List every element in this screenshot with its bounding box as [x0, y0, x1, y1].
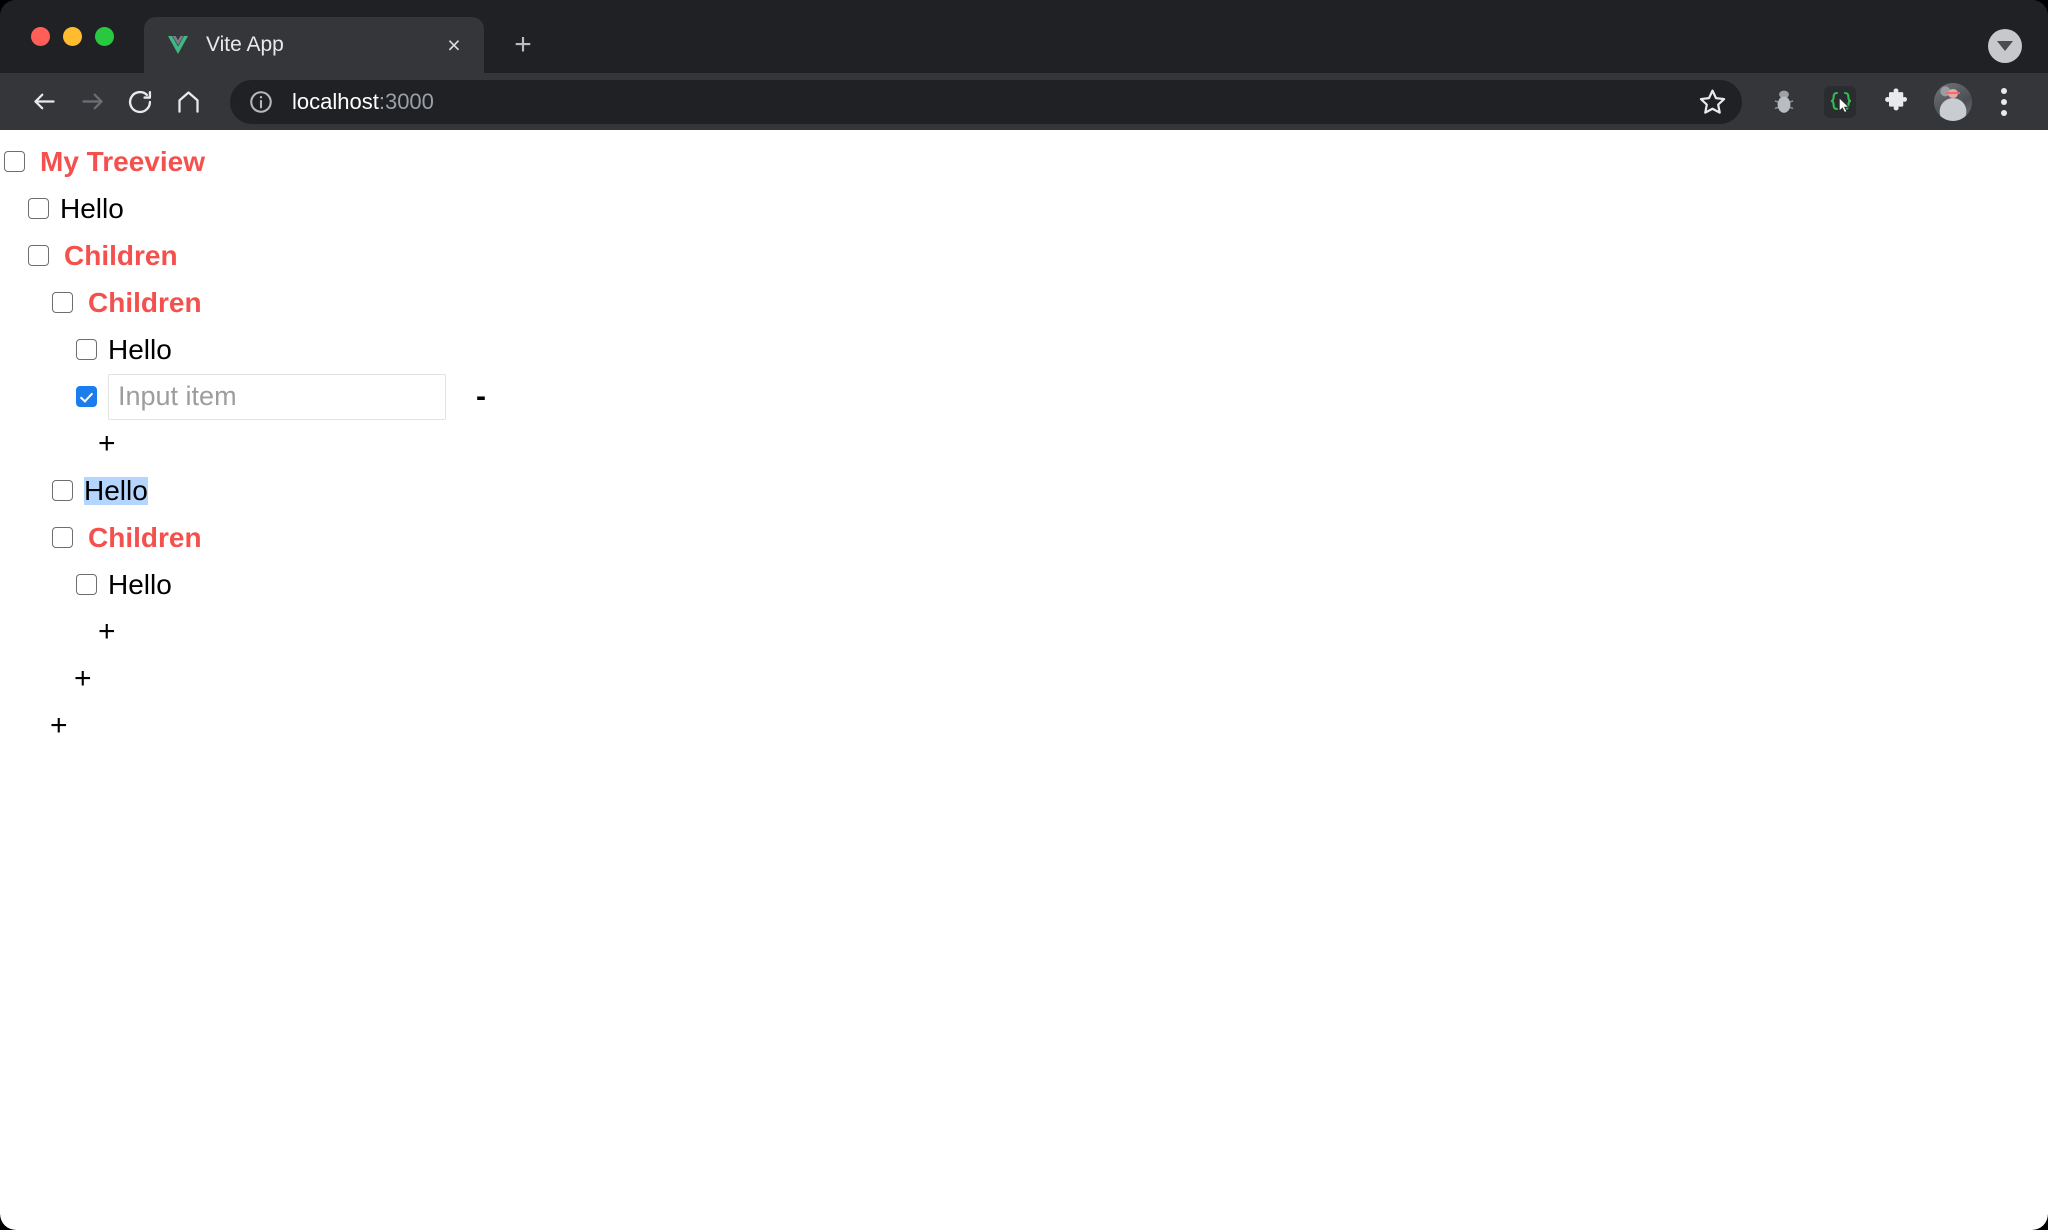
home-button[interactable]	[164, 78, 212, 126]
avatar-glasses	[1946, 91, 1960, 95]
minimize-window-button[interactable]	[63, 27, 82, 46]
menu-dot	[2001, 98, 2007, 105]
tree-row: Children	[0, 279, 2048, 326]
puzzle-icon	[1885, 87, 1908, 111]
forward-button[interactable]	[68, 78, 116, 126]
tree-add-row: +	[0, 420, 2048, 467]
tab-search-button[interactable]	[1988, 29, 2022, 63]
close-tab-button[interactable]: ×	[438, 29, 470, 61]
tab-strip: Vite App × +	[0, 0, 2048, 73]
tab-title: Vite App	[206, 33, 284, 56]
tree-node-checkbox[interactable]	[52, 480, 73, 501]
tree-leaf-label: Hello	[108, 568, 172, 600]
back-button[interactable]	[20, 78, 68, 126]
tree-row: Hello	[0, 326, 2048, 373]
chrome-menu-button[interactable]	[1982, 78, 2026, 126]
tree-node-checkbox[interactable]	[28, 245, 49, 266]
maximize-window-button[interactable]	[95, 27, 114, 46]
tree-leaf-label: Hello	[84, 474, 148, 506]
close-window-button[interactable]	[31, 27, 50, 46]
browser-tab[interactable]: Vite App ×	[144, 17, 484, 73]
window-traffic-lights	[0, 0, 132, 73]
tree-node-checkbox[interactable]	[52, 527, 73, 548]
curly-braces-cursor-icon	[1824, 85, 1856, 118]
tree-row: Hello	[0, 185, 2048, 232]
tree-node-checkbox[interactable]	[76, 339, 97, 360]
vite-vue-logo-icon	[168, 36, 188, 54]
back-arrow-icon	[33, 93, 55, 110]
address-bar[interactable]: localhost:3000	[230, 79, 1742, 124]
treeview-root: My Treeview Hello Children Children Hello - + H…	[0, 130, 2048, 749]
tree-row: Hello	[0, 467, 2048, 514]
add-node-button[interactable]: +	[74, 655, 92, 702]
profile-avatar[interactable]	[1934, 82, 1972, 121]
tree-node-input[interactable]	[108, 373, 446, 420]
tree-leaf-label: Hello	[108, 333, 172, 365]
url-port: :3000	[378, 88, 434, 114]
tree-add-row: +	[0, 608, 2048, 655]
reload-icon	[128, 90, 152, 113]
tree-add-row: +	[0, 655, 2048, 702]
home-icon	[177, 91, 199, 113]
tree-node-checkbox[interactable]	[76, 386, 97, 407]
bug-icon	[1774, 90, 1794, 113]
selector-extension-button[interactable]	[1812, 78, 1868, 126]
tree-row: -	[0, 373, 2048, 420]
tree-row: My Treeview	[0, 138, 2048, 185]
extensions-group	[1756, 78, 2026, 126]
tree-add-row: +	[0, 702, 2048, 749]
new-tab-button[interactable]: +	[502, 24, 544, 66]
page-viewport: My Treeview Hello Children Children Hello - + H…	[0, 130, 2048, 1230]
tree-row: Hello	[0, 561, 2048, 608]
extensions-puzzle-button[interactable]	[1868, 78, 1924, 126]
reload-button[interactable]	[116, 78, 164, 126]
forward-arrow-icon	[81, 93, 103, 110]
add-node-button[interactable]: +	[50, 702, 68, 749]
bug-extension-button[interactable]	[1756, 78, 1812, 126]
tree-row: Children	[0, 514, 2048, 561]
tree-leaf-label: Hello	[60, 192, 124, 224]
tree-node-checkbox[interactable]	[76, 574, 97, 595]
tree-row: Children	[0, 232, 2048, 279]
tree-node-checkbox[interactable]	[28, 198, 49, 219]
tree-branch-label: My Treeview	[40, 145, 205, 177]
tabstrip-right-controls	[1988, 29, 2048, 73]
bookmark-button[interactable]	[1690, 80, 1734, 124]
tree-branch-label: Children	[88, 286, 202, 318]
add-node-button[interactable]: +	[98, 420, 116, 467]
tree-branch-label: Children	[88, 521, 202, 553]
tree-node-checkbox[interactable]	[4, 151, 25, 172]
tree-branch-label: Children	[64, 239, 178, 271]
tree-node-checkbox[interactable]	[52, 292, 73, 313]
site-info-icon[interactable]	[248, 89, 274, 115]
star-icon	[1699, 89, 1725, 114]
remove-node-button[interactable]: -	[476, 381, 486, 412]
menu-dot	[2001, 109, 2007, 116]
chevron-down-icon	[1997, 41, 2013, 51]
menu-dot	[2001, 87, 2007, 94]
url-text[interactable]: localhost:3000	[292, 89, 1690, 115]
url-host: localhost	[292, 88, 379, 114]
add-node-button[interactable]: +	[98, 608, 116, 655]
browser-toolbar: localhost:3000	[0, 73, 2048, 130]
browser-window: Vite App × + localhost:3000 My Treeview …	[0, 0, 2048, 1230]
